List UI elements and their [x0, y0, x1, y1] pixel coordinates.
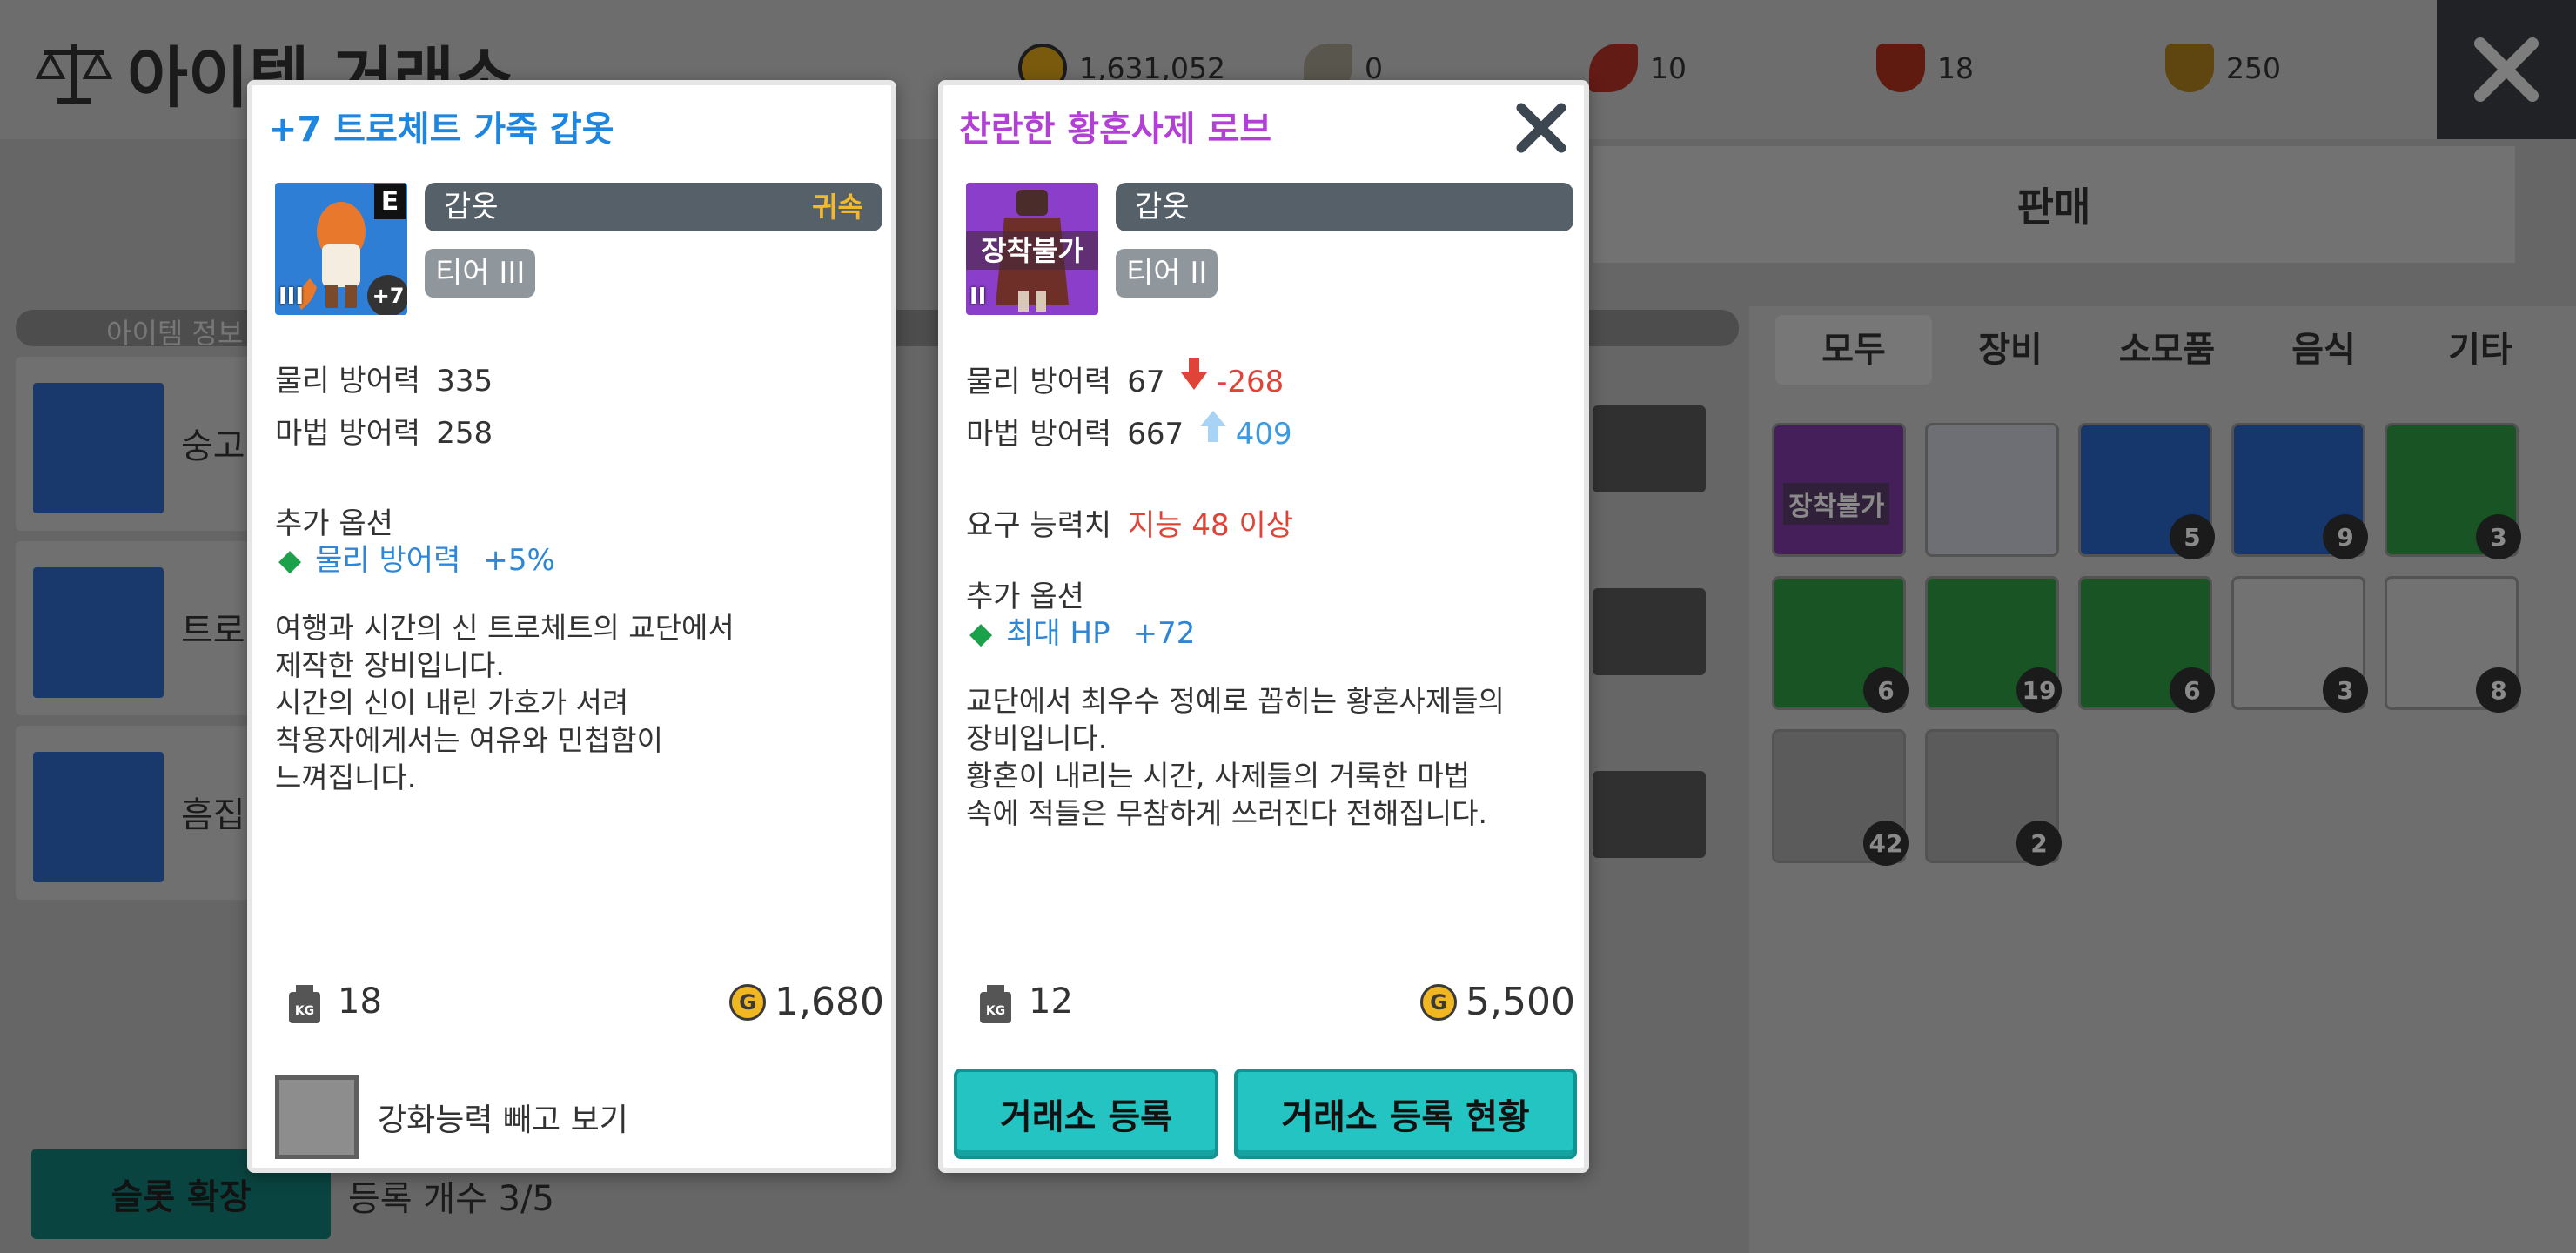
extra-option: ◆ 물리 방어력 +5% — [278, 543, 555, 578]
stat-physical-defense: 물리 방어력 335 — [275, 364, 493, 399]
close-popup-button[interactable] — [1511, 97, 1572, 158]
item-icon: 장착불가 II — [966, 183, 1098, 315]
svg-text:KG: KG — [295, 1004, 314, 1018]
registration-status-button[interactable]: 거래소 등록 현황 — [1234, 1069, 1577, 1159]
item-icon: E +7 III — [275, 183, 407, 315]
item-title: +7 트로체트 가죽 갑옷 — [268, 110, 614, 150]
register-exchange-button[interactable]: 거래소 등록 — [954, 1069, 1218, 1159]
tier-badge: II — [969, 284, 987, 310]
item-footer: KG 18 G 1,680 — [275, 976, 884, 1037]
bound-label: 귀속 — [812, 191, 863, 224]
diamond-icon: ◆ — [278, 543, 302, 578]
equipped-badge: E — [374, 184, 406, 219]
item-description: 여행과 시간의 신 트로체트의 교단에서 제작한 장비입니다. 시간의 신이 내… — [275, 611, 735, 794]
item-footer: KG 12 G 5,500 — [966, 976, 1575, 1037]
item-price: G 5,500 — [1420, 980, 1575, 1024]
gold-coin-icon: G — [729, 983, 767, 1021]
svg-text:KG: KG — [986, 1004, 1005, 1018]
item-weight: 12 — [1029, 982, 1073, 1022]
stat-diff-up: 409 — [1235, 417, 1292, 452]
close-icon — [1516, 103, 1566, 153]
diamond-icon: ◆ — [969, 616, 993, 651]
item-type-bar: 갑옷 귀속 — [425, 183, 882, 231]
tier-pill: 티어 III — [425, 249, 536, 298]
equipped-item-tooltip: +7 트로체트 가죽 갑옷 E +7 III 갑옷 귀속 티어 III 물리 방… — [247, 80, 896, 1173]
item-description: 교단에서 최우수 정예로 꼽히는 황혼사제들의 장비입니다. 황혼이 내리는 시… — [966, 684, 1505, 830]
enhance-badge: +7 — [367, 275, 407, 315]
gold-coin-icon: G — [1420, 983, 1458, 1021]
requirement: 요구 능력치 지능 48 이상 — [966, 508, 1294, 543]
item-type-bar: 갑옷 — [1116, 183, 1573, 231]
tier-pill: 티어 II — [1116, 249, 1218, 298]
weight-icon: KG — [980, 985, 1011, 1023]
item-title: 찬란한 황혼사제 로브 — [959, 110, 1272, 150]
item-weight: 18 — [338, 982, 382, 1022]
stat-physical-defense: 물리 방어력 67 -268 — [966, 357, 1284, 400]
unequippable-label: 장착불가 — [966, 231, 1098, 270]
stat-diff-down: -268 — [1217, 365, 1285, 399]
stat-magic-defense: 마법 방어력 258 — [275, 416, 493, 451]
tier-badge: III — [278, 284, 305, 310]
selected-item-tooltip: 찬란한 황혼사제 로브 장착불가 II 갑옷 티어 II 물리 방어력 67 -2… — [938, 80, 1589, 1173]
exclude-enhance-checkbox[interactable] — [275, 1075, 359, 1159]
stat-magic-defense: 마법 방어력 667 409 — [966, 409, 1292, 452]
exclude-enhance-label: 강화능력 빼고 보기 — [378, 1102, 628, 1138]
item-price: G 1,680 — [729, 980, 884, 1024]
decrease-arrow-icon — [1181, 357, 1208, 399]
extra-option: ◆ 최대 HP +72 — [969, 616, 1196, 651]
weight-icon: KG — [289, 985, 320, 1023]
increase-arrow-icon — [1199, 409, 1226, 452]
